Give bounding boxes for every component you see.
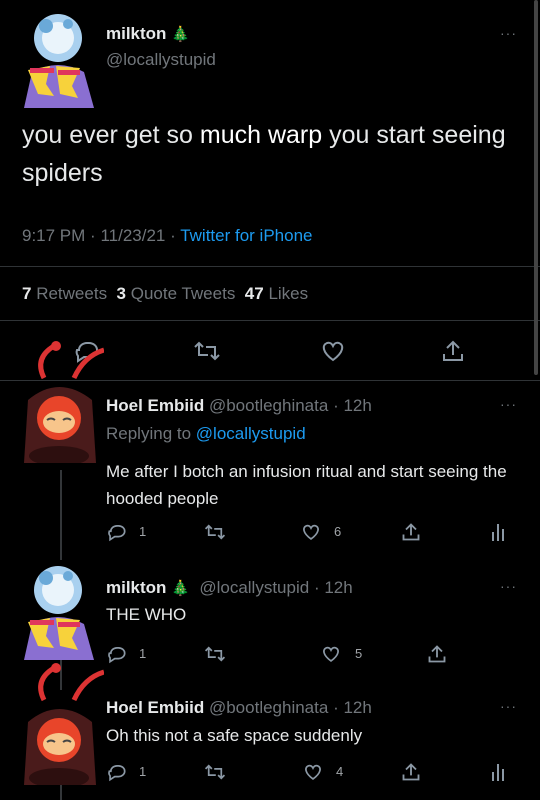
reply-author-name[interactable]: Hoel Embiid [106,396,204,415]
like-count: 6 [334,524,342,539]
avatar-hoel-embiid[interactable] [14,338,105,466]
replying-to: Replying to @locallystupid [106,424,306,443]
reply-time[interactable]: · 12h [333,698,372,717]
likes-stat[interactable]: 47 Likes [245,284,308,303]
analytics-icon[interactable] [488,520,508,544]
more-options-icon[interactable]: ··· [500,25,517,41]
retweet-icon[interactable] [200,520,230,544]
christmas-tree-icon: 🎄 [171,580,190,597]
reply-time[interactable]: · 12h [333,396,372,415]
reply-header: Hoel Embiid @bootleghinata · 12h [106,698,372,718]
reply-icon[interactable] [104,760,130,784]
divider [0,266,540,267]
reply-author-handle[interactable]: @locallystupid [199,578,309,597]
like-count: 4 [336,764,344,779]
reply-icon[interactable] [104,520,130,544]
reply-text: Me after I botch an infusion ritual and … [106,462,507,508]
thread-line [60,785,62,800]
avatar-milkton[interactable] [16,8,98,108]
reply-count: 1 [139,764,147,779]
reply-text: THE WHO [106,605,187,624]
like-icon[interactable] [300,760,326,784]
reply-text: Oh this not a safe space suddenly [106,726,363,745]
analytics-icon[interactable] [488,760,508,784]
reply-header: milkton 🎄 @locallystupid · 12h [106,578,353,598]
engagement-stats: 7 Retweets 3 Quote Tweets 47 Likes [22,284,308,304]
scrollbar[interactable] [534,0,538,375]
christmas-tree-icon: 🎄 [171,26,190,43]
divider [0,320,540,321]
retweet-icon[interactable] [200,760,230,784]
more-options-icon[interactable]: ··· [500,698,517,714]
quote-tweets-stat[interactable]: 3 Quote Tweets [117,284,236,303]
author-handle[interactable]: @locallystupid [106,50,216,70]
reply-author-name[interactable]: milkton [106,578,166,597]
reply-time[interactable]: · 12h [314,578,353,597]
like-count: 5 [355,646,363,661]
reply-count: 1 [139,646,147,661]
reply-icon[interactable] [104,642,130,666]
tweet-text: you ever get so much warp you start seei… [22,121,506,187]
thread-line [60,470,62,560]
share-icon[interactable] [398,760,424,784]
share-icon[interactable] [398,520,424,544]
like-icon[interactable] [318,642,344,666]
avatar-milkton[interactable] [16,560,98,660]
more-options-icon[interactable]: ··· [500,396,517,412]
share-icon[interactable] [436,336,470,366]
reply-author-name[interactable]: Hoel Embiid [106,698,204,717]
reply-count: 1 [139,524,147,539]
tweet-date[interactable]: 11/23/21 [100,226,165,245]
tweet-source-link[interactable]: Twitter for iPhone [180,226,312,245]
retweets-stat[interactable]: 7 Retweets [22,284,107,303]
reply-author-handle[interactable]: @bootleghinata [209,396,328,415]
retweet-icon[interactable] [200,642,230,666]
tweet-meta: 9:17 PM · 11/23/21 · Twitter for iPhone [22,226,313,245]
retweet-icon[interactable] [190,336,224,366]
share-icon[interactable] [424,642,450,666]
tweet-text-bold: much warp [199,121,323,149]
reply-author-handle[interactable]: @bootleghinata [209,698,328,717]
reply-header: Hoel Embiid @bootleghinata · 12h [106,396,372,416]
tweet-time[interactable]: 9:17 PM [22,226,85,245]
avatar-hoel-embiid[interactable] [14,660,105,788]
like-icon[interactable] [298,520,324,544]
like-icon[interactable] [316,336,350,366]
author-name[interactable]: milkton [106,24,166,43]
more-options-icon[interactable]: ··· [500,578,517,594]
main-author-row: milkton 🎄 [106,24,190,44]
replying-to-handle[interactable]: @locallystupid [196,424,306,443]
